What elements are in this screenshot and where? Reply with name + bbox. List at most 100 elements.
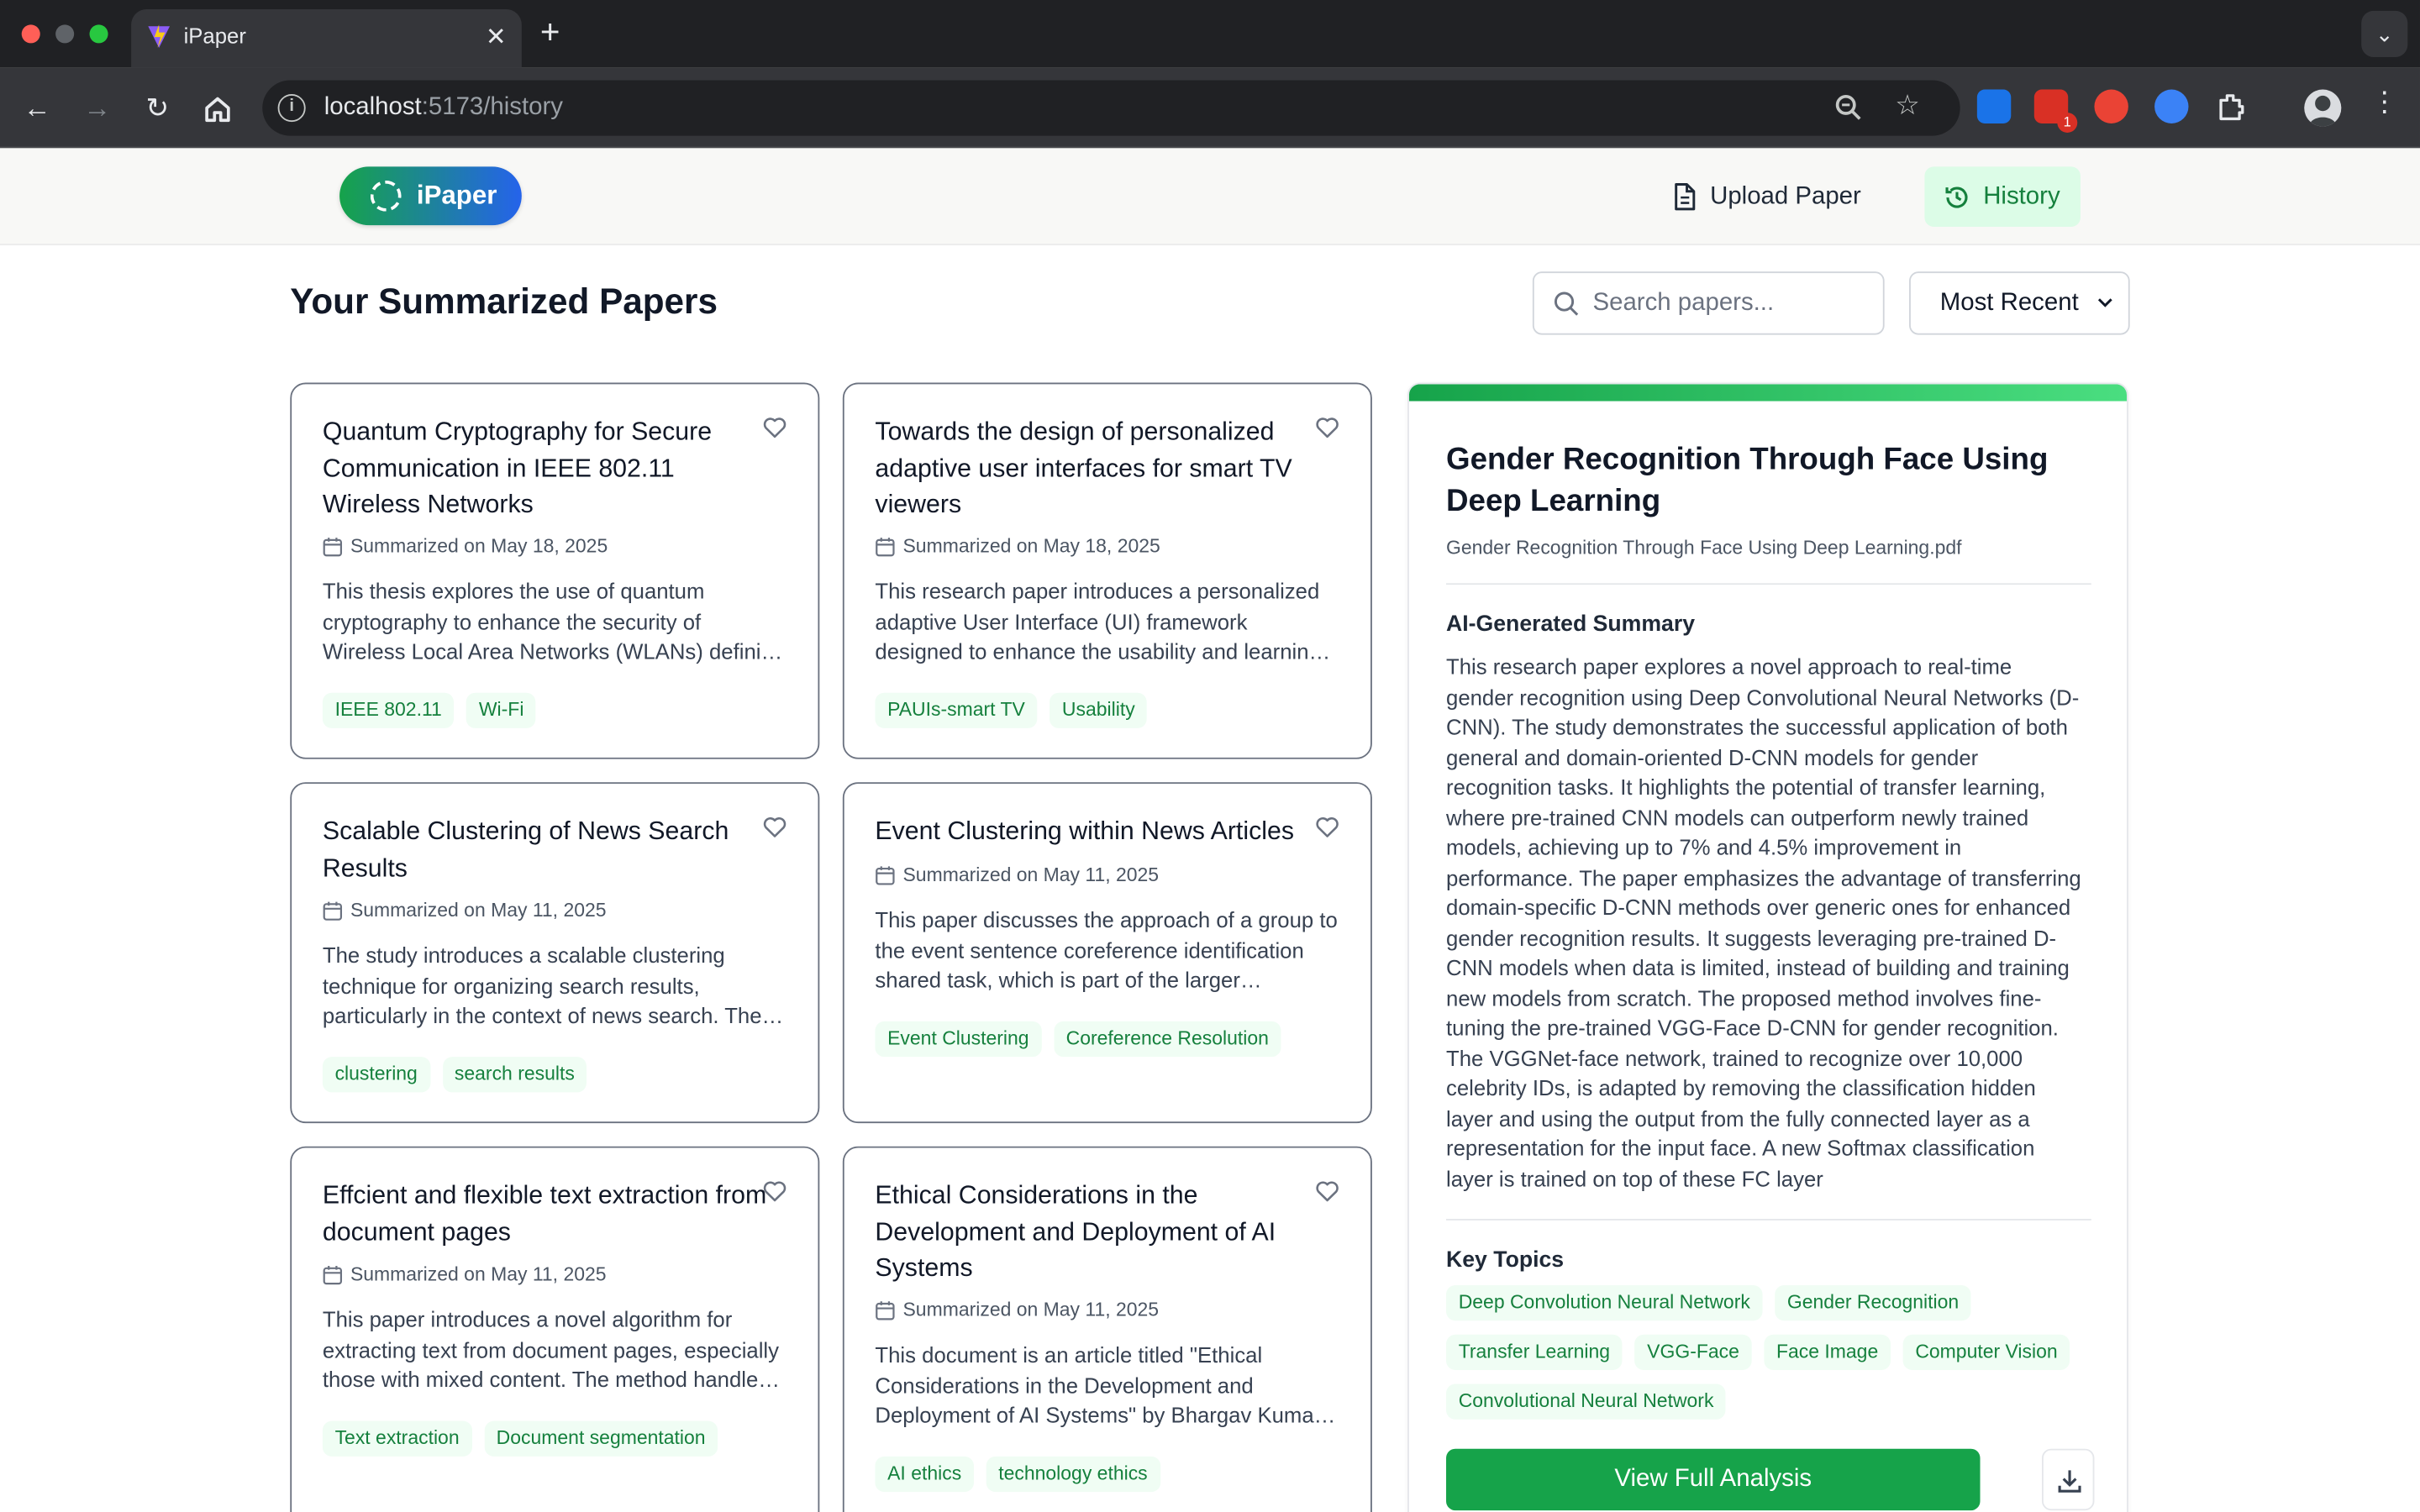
paper-summary: This paper discusses the approach of a g… [875,906,1338,993]
download-icon [2058,1470,2081,1493]
heart-icon[interactable] [1315,1179,1339,1203]
calendar-icon [876,537,895,556]
chevron-down-icon [2097,298,2112,307]
heart-icon[interactable] [1315,415,1339,439]
heart-icon[interactable] [1315,815,1339,839]
close-window-button[interactable] [21,24,40,44]
paper-summary: The study introduces a scalable clusteri… [322,942,762,1028]
logo-ring-icon [370,180,402,212]
history-link[interactable]: History [1924,166,2081,227]
back-icon[interactable]: ← [17,88,57,129]
paper-title: Scalable Clustering of News Search Resul… [322,817,729,882]
sort-select-value: Most Recent [1939,290,2079,317]
paper-tag[interactable]: technology ethics [986,1456,1160,1493]
calendar-icon [323,1265,343,1284]
reload-icon[interactable]: ↻ [137,88,177,129]
url-text[interactable]: localhost:5173/history [324,94,563,122]
search-input[interactable] [1592,273,1871,333]
calendar-icon [876,1300,895,1320]
history-label: History [1983,182,2060,209]
paper-card[interactable]: Effcient and flexible text extraction fr… [290,1146,820,1512]
paper-card[interactable]: Towards the design of personalized adapt… [842,382,1372,759]
history-icon [1945,186,1968,207]
minimize-window-button[interactable] [55,24,75,44]
topic-tag[interactable]: Deep Convolution Neural Network [1446,1284,1763,1321]
paper-card[interactable]: Ethical Considerations in the Developmen… [842,1146,1372,1512]
browser-tab[interactable]: iPaper ✕ [131,9,522,68]
paper-card[interactable]: Scalable Clustering of News Search Resul… [290,782,820,1124]
paper-tag[interactable]: Event Clustering [875,1021,1042,1058]
paper-title: Towards the design of personalized adapt… [875,417,1292,519]
tab-close-icon[interactable]: ✕ [486,22,507,53]
tab-title: iPaper [183,23,246,48]
upload-paper-label: Upload Paper [1710,182,1861,209]
paper-summary: This document is an article titled "Ethi… [875,1341,1322,1428]
browser-toolbar: ← → ↻ i localhost:5173/history ☆ 1 ⋮ [0,67,2420,149]
browser-menu-icon[interactable]: ⋮ [2370,87,2398,119]
paper-title: Effcient and flexible text extraction fr… [322,1181,767,1247]
paper-title: Quantum Cryptography for Secure Communic… [322,417,713,519]
paper-tags: Text extraction Document segmentation [322,1420,718,1457]
divider [1446,583,2091,585]
topic-tag[interactable]: Gender Recognition [1775,1284,1971,1321]
notification-badge: 1 [2057,113,2078,133]
paper-tag[interactable]: Document segmentation [483,1420,718,1457]
heart-icon[interactable] [762,815,786,839]
paper-date-text: Summarized on May 11, 2025 [902,864,1160,886]
paper-tag[interactable]: Coreference Resolution [1053,1021,1281,1058]
forward-icon[interactable]: → [77,88,118,129]
heart-icon[interactable] [762,1179,786,1203]
password-manager-extension-icon[interactable] [1976,89,2012,123]
paper-tag[interactable]: Usability [1050,692,1148,728]
paper-date: Summarized on May 18, 2025 [323,535,608,557]
paper-tag[interactable]: Wi-Fi [466,692,537,728]
paper-tags: PAUIs-smart TV Usability [875,692,1148,728]
mail-extension-icon[interactable]: 1 [2033,89,2078,133]
paper-date-text: Summarized on May 11, 2025 [350,899,607,921]
summary-heading: AI-Generated Summary [1446,612,1696,638]
new-tab-icon[interactable]: + [540,13,560,53]
topic-tag[interactable]: Computer Vision [1902,1334,2070,1371]
paper-tag[interactable]: clustering [322,1057,430,1093]
topic-tag[interactable]: Convolutional Neural Network [1446,1383,1727,1420]
paper-summary: This paper introduces a novel algorithm … [322,1306,780,1393]
paper-summary: This research paper introduces a persona… [875,578,1321,664]
paper-tag[interactable]: AI ethics [875,1456,974,1493]
heart-icon[interactable] [762,415,786,439]
paper-date: Summarized on May 11, 2025 [323,900,607,921]
paper-card[interactable]: Quantum Cryptography for Secure Communic… [290,382,820,759]
divider [1446,1219,2091,1221]
profile-avatar[interactable] [2304,89,2342,127]
extensions-icon[interactable] [2215,90,2249,123]
paper-tag[interactable]: Text extraction [322,1420,472,1457]
sort-select[interactable]: Most Recent [1909,271,2130,335]
address-bar[interactable]: i localhost:5173/history ☆ [262,80,1960,136]
topics-heading: Key Topics [1446,1247,1565,1273]
upload-paper-link[interactable]: Upload Paper [1653,166,1880,227]
download-button[interactable] [2041,1448,2095,1511]
topic-tag[interactable]: Face Image [1764,1334,1891,1371]
search-icon [1554,291,1579,316]
tab-search-chevron-icon[interactable]: ⌄ [2361,10,2408,57]
sync-extension-icon[interactable] [2154,89,2189,123]
paper-tag[interactable]: search results [442,1057,587,1093]
info-icon[interactable]: i [277,94,306,123]
star-icon[interactable]: ☆ [1895,90,1920,123]
home-icon[interactable] [197,90,238,130]
calendar-icon [323,900,343,920]
view-full-analysis-button[interactable]: View Full Analysis [1446,1448,1981,1511]
paper-card[interactable]: Event Clustering within News Articles Su… [842,782,1372,1124]
bolt-extension-icon[interactable] [2094,89,2128,123]
paper-tags: AI ethics technology ethics [875,1456,1160,1493]
paper-tag[interactable]: IEEE 802.11 [322,692,455,728]
paper-date: Summarized on May 11, 2025 [875,864,1160,886]
calendar-icon [323,537,343,556]
paper-tags: IEEE 802.11 Wi-Fi [322,692,537,728]
logo-button[interactable]: iPaper [339,166,522,226]
maximize-window-button[interactable] [89,24,108,44]
paper-summary: This thesis explores the use of quantum … [322,578,786,664]
topic-tag[interactable]: VGG-Face [1634,1334,1752,1371]
paper-tag[interactable]: PAUIs-smart TV [875,692,1038,728]
zoom-icon[interactable] [1833,92,1865,123]
topic-tag[interactable]: Transfer Learning [1446,1334,1623,1371]
